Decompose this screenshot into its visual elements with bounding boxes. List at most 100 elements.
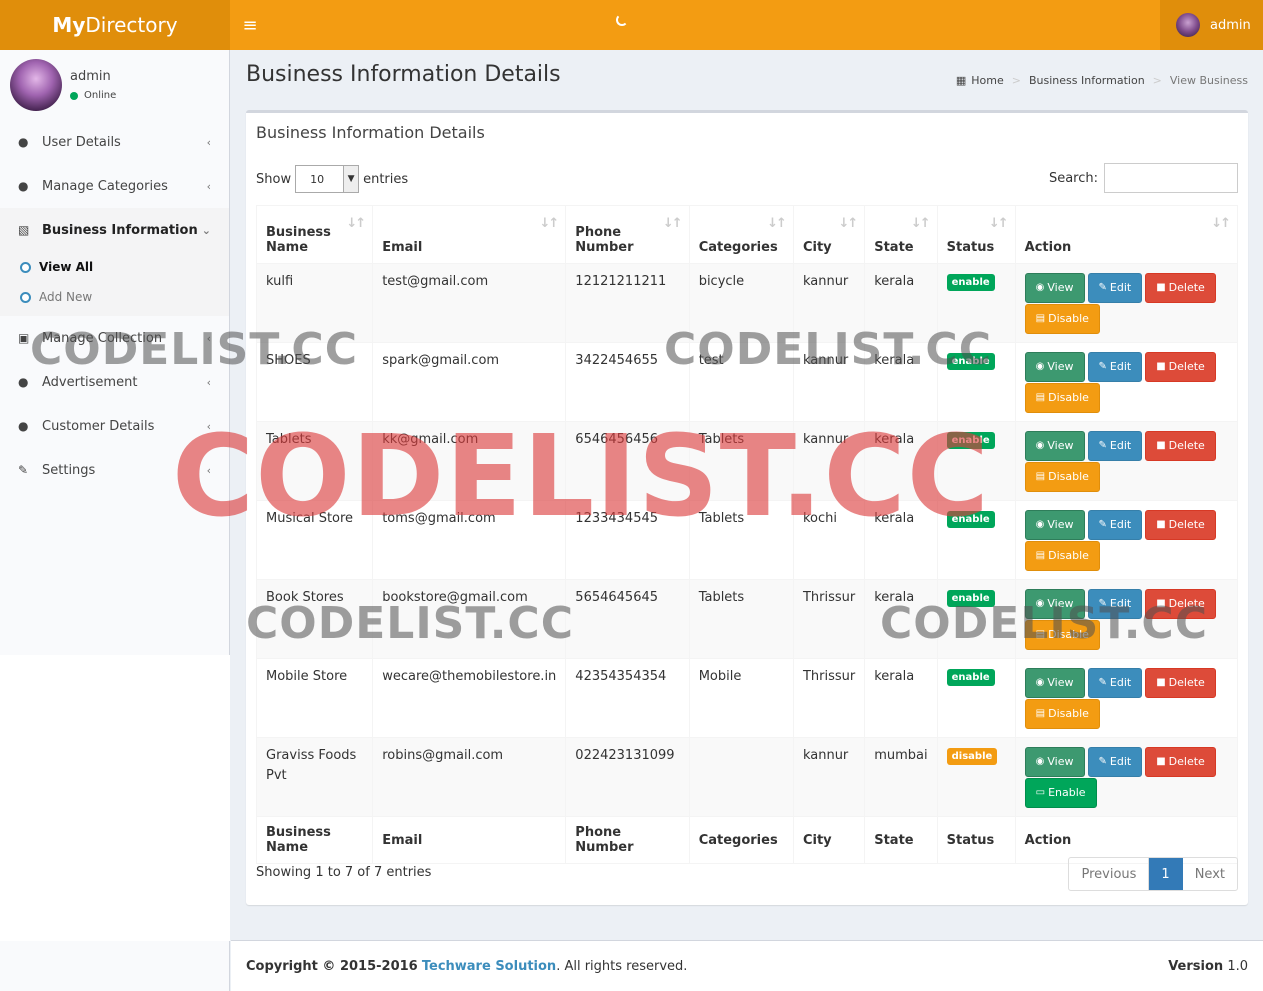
cell-email: test@gmail.com (372, 263, 567, 343)
cell-email: toms@gmail.com (372, 500, 567, 580)
wrench-icon: ✎ (18, 463, 29, 477)
sidebar-item-customer-details[interactable]: ● Customer Details ‹ (0, 404, 229, 448)
sidebar-item-business-information[interactable]: ▧ Business Information ⌄ (0, 208, 229, 252)
disable-button[interactable]: ▤ Disable (1024, 699, 1100, 729)
chevron-left-icon: ‹ (206, 331, 211, 345)
column-header[interactable]: Phone Number ↓↑ (565, 205, 690, 264)
edit-button[interactable]: ✎ Edit (1087, 431, 1143, 461)
disable-button[interactable]: ▤ Disable (1024, 383, 1100, 413)
breadcrumb-business-information[interactable]: Business Information (1029, 74, 1145, 87)
box-title: Business Information Details (256, 123, 485, 142)
cell-action: ◉ View ✎ Edit ■ Delete ▤ Disable (1014, 421, 1239, 501)
delete-button[interactable]: ■ Delete (1145, 352, 1216, 382)
column-footer: City (792, 816, 866, 864)
cell-category (688, 737, 794, 817)
company-link[interactable]: Techware Solution (422, 959, 556, 974)
edit-button[interactable]: ✎ Edit (1087, 747, 1143, 777)
delete-button[interactable]: ■ Delete (1145, 510, 1216, 540)
delete-button[interactable]: ■ Delete (1145, 747, 1216, 777)
app-logo[interactable]: My Directory (0, 0, 230, 50)
edit-button[interactable]: ✎ Edit (1087, 273, 1143, 303)
entries-select[interactable]: 10 ▼ (295, 165, 360, 193)
sort-icon[interactable]: ↓↑ (767, 216, 787, 231)
edit-button[interactable]: ✎ Edit (1087, 352, 1143, 382)
trash-icon: ■ (1156, 282, 1166, 293)
eye-icon: ◉ (1035, 598, 1045, 609)
view-button[interactable]: ◉ View (1024, 431, 1085, 461)
submenu-view-all[interactable]: View All (0, 252, 229, 282)
sort-icon[interactable]: ↓↑ (540, 216, 560, 231)
view-button[interactable]: ◉ View (1024, 273, 1085, 303)
next-button[interactable]: Next (1183, 858, 1237, 890)
breadcrumb-current: View Business (1169, 74, 1248, 87)
folder-icon: ▭ (1035, 787, 1046, 798)
cell-action: ◉ View ✎ Edit ■ Delete ▤ Disable (1014, 500, 1239, 580)
column-header[interactable]: Business Name ↓↑ (255, 205, 374, 264)
sidebar-item-user-details[interactable]: ● User Details ‹ (0, 120, 229, 164)
cube-icon: ▣ (18, 331, 30, 345)
disable-button[interactable]: ▤ Disable (1024, 541, 1100, 571)
column-header[interactable]: City ↓↑ (792, 205, 866, 264)
cell-email: robins@gmail.com (372, 737, 567, 817)
sort-icon[interactable]: ↓↑ (663, 216, 683, 231)
delete-button[interactable]: ■ Delete (1145, 273, 1216, 303)
cell-category: bicycle (688, 263, 794, 343)
column-header[interactable]: Action ↓↑ (1014, 205, 1239, 264)
hamburger-icon[interactable]: ≡ (230, 0, 270, 50)
cell-phone: 6546456456 (565, 421, 690, 501)
edit-button[interactable]: ✎ Edit (1087, 668, 1143, 698)
cell-city: kannur (792, 737, 866, 817)
sidebar-item-manage-categories[interactable]: ● Manage Categories ‹ (0, 164, 229, 208)
column-header[interactable]: Email ↓↑ (372, 205, 567, 264)
view-button[interactable]: ◉ View (1024, 668, 1085, 698)
search-input[interactable] (1104, 163, 1238, 193)
enable-button[interactable]: ▭ Enable (1024, 778, 1097, 808)
cell-state: kerala (864, 342, 938, 422)
page-1-button[interactable]: 1 (1149, 858, 1183, 890)
delete-button[interactable]: ■ Delete (1145, 668, 1216, 698)
view-button[interactable]: ◉ View (1024, 747, 1085, 777)
table-row: Musical Store toms@gmail.com 1233434545 Tab… (255, 500, 1239, 580)
view-button[interactable]: ◉ View (1024, 589, 1085, 619)
cell-category: Tablets (688, 500, 794, 580)
cell-name: SHOES (255, 342, 374, 422)
sidebar-item-manage-collection[interactable]: ▣ Manage Collection ‹ (0, 316, 229, 360)
table-row: SHOES spark@gmail.com 3422454655 test kannur… (255, 342, 1239, 422)
avatar (1176, 13, 1200, 37)
sort-icon[interactable]: ↓↑ (838, 216, 858, 231)
edit-button[interactable]: ✎ Edit (1087, 589, 1143, 619)
cell-status: enable (936, 579, 1016, 659)
entries-length: Show 10 ▼ entries (256, 165, 408, 193)
column-footer: Email (372, 816, 567, 864)
disable-button[interactable]: ▤ Disable (1024, 304, 1100, 334)
disable-button[interactable]: ▤ Disable (1024, 620, 1100, 650)
column-header[interactable]: Status ↓↑ (936, 205, 1016, 264)
sort-icon[interactable]: ↓↑ (911, 216, 931, 231)
previous-button[interactable]: Previous (1069, 858, 1150, 890)
sort-icon[interactable]: ↓↑ (989, 216, 1009, 231)
cell-phone: 022423131099 (565, 737, 690, 817)
delete-button[interactable]: ■ Delete (1145, 589, 1216, 619)
eye-icon: ◉ (1035, 519, 1045, 530)
column-header[interactable]: State ↓↑ (864, 205, 938, 264)
cell-state: kerala (864, 579, 938, 659)
view-button[interactable]: ◉ View (1024, 352, 1085, 382)
edit-button[interactable]: ✎ Edit (1087, 510, 1143, 540)
cell-action: ◉ View ✎ Edit ■ Delete ▤ Disable (1014, 579, 1239, 659)
disable-button[interactable]: ▤ Disable (1024, 462, 1100, 492)
sidebar-item-advertisement[interactable]: ● Advertisement ‹ (0, 360, 229, 404)
sort-icon[interactable]: ↓↑ (1211, 216, 1231, 231)
show-label: Show (256, 171, 292, 187)
sidebar-item-settings[interactable]: ✎ Settings ‹ (0, 448, 229, 492)
cell-name: Musical Store (255, 500, 374, 580)
sort-icon[interactable]: ↓↑ (346, 216, 366, 231)
cell-city: kochi (792, 500, 866, 580)
delete-button[interactable]: ■ Delete (1145, 431, 1216, 461)
column-header[interactable]: Categories ↓↑ (688, 205, 794, 264)
breadcrumb-home[interactable]: Home (971, 74, 1003, 87)
submenu-add-new[interactable]: Add New (0, 282, 229, 312)
trash-icon: ■ (1156, 440, 1166, 451)
column-footer: State (864, 816, 938, 864)
user-menu[interactable]: admin (1160, 0, 1263, 50)
view-button[interactable]: ◉ View (1024, 510, 1085, 540)
